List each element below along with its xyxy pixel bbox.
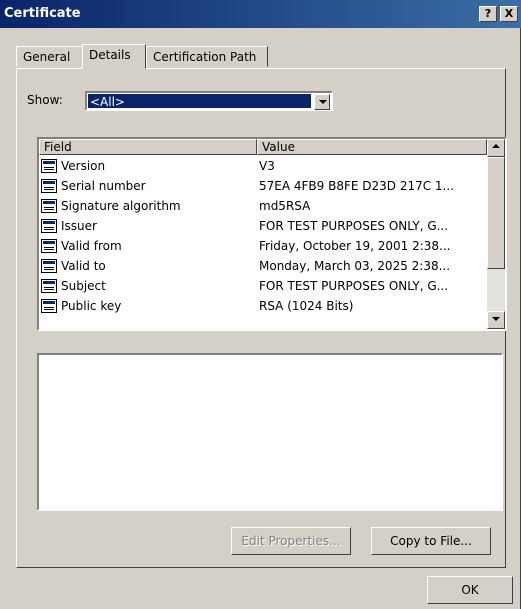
column-header-field[interactable]: Field — [39, 139, 257, 155]
row-value: FOR TEST PURPOSES ONLY, G... — [259, 219, 449, 233]
arrow-down-icon — [492, 317, 500, 321]
details-tab-panel: Show: <All> Field Value Version V3 Serial… — [16, 68, 507, 568]
title-bar[interactable]: Certificate ? X — [0, 0, 521, 28]
close-button[interactable]: X — [500, 6, 518, 22]
certificate-field-icon — [41, 159, 57, 173]
list-row[interactable]: Version V3 — [39, 156, 487, 176]
tab-certification-path[interactable]: Certification Path — [146, 46, 268, 67]
list-row[interactable]: Signature algorithm md5RSA — [39, 196, 487, 216]
certificate-field-icon — [41, 179, 57, 193]
row-field: Serial number — [61, 179, 146, 193]
row-field: Version — [61, 159, 106, 173]
copy-to-file-label: Copy to File... — [390, 534, 472, 548]
copy-to-file-button[interactable]: Copy to File... — [371, 527, 491, 555]
list-row[interactable]: Subject FOR TEST PURPOSES ONLY, G... — [39, 276, 487, 296]
list-row[interactable]: Valid to Monday, March 03, 2025 2:38... — [39, 256, 487, 276]
field-list[interactable]: Field Value Version V3 Serial number 57EA … — [37, 137, 507, 331]
row-value: V3 — [259, 159, 275, 173]
scroll-down-button[interactable] — [487, 311, 505, 329]
window-title: Certificate — [4, 6, 81, 21]
tab-details[interactable]: Details — [82, 44, 146, 69]
field-detail-textbox[interactable] — [37, 353, 503, 511]
certificate-field-icon — [41, 259, 57, 273]
ok-button[interactable]: OK — [427, 576, 513, 604]
list-row[interactable]: Issuer FOR TEST PURPOSES ONLY, G... — [39, 216, 487, 236]
row-field: Signature algorithm — [61, 199, 181, 213]
edit-properties-button[interactable]: Edit Properties... — [231, 527, 351, 555]
show-dropdown[interactable]: <All> — [85, 91, 333, 111]
list-scrollbar[interactable] — [487, 139, 505, 329]
list-row[interactable]: Serial number 57EA 4FB9 B8FE D23D 217C 1.… — [39, 176, 487, 196]
certificate-field-icon — [41, 299, 57, 313]
column-header-value[interactable]: Value — [257, 139, 487, 155]
certificate-field-icon — [41, 279, 57, 293]
list-rows: Version V3 Serial number 57EA 4FB9 B8FE D2… — [39, 156, 487, 316]
show-selected-value: <All> — [88, 94, 311, 109]
certificate-field-icon — [41, 219, 57, 233]
scroll-up-button[interactable] — [487, 139, 505, 157]
certificate-dialog: Certificate ? X General Details Certific… — [0, 0, 521, 609]
row-field: Valid to — [61, 259, 106, 273]
edit-properties-label: Edit Properties... — [241, 534, 341, 548]
help-button[interactable]: ? — [479, 6, 497, 22]
show-label: Show: — [27, 93, 63, 107]
dropdown-button[interactable] — [314, 94, 330, 110]
scroll-thumb[interactable] — [487, 157, 505, 269]
row-value: Friday, October 19, 2001 2:38... — [259, 239, 451, 253]
row-value: RSA (1024 Bits) — [259, 299, 354, 313]
row-field: Issuer — [61, 219, 97, 233]
list-row[interactable]: Valid from Friday, October 19, 2001 2:38.… — [39, 236, 487, 256]
certificate-field-icon — [41, 199, 57, 213]
row-value: Monday, March 03, 2025 2:38... — [259, 259, 451, 273]
row-field: Valid from — [61, 239, 122, 253]
list-header: Field Value — [39, 139, 487, 155]
list-row[interactable]: Public key RSA (1024 Bits) — [39, 296, 487, 316]
chevron-down-icon — [319, 100, 327, 104]
row-field: Public key — [61, 299, 122, 313]
row-value: 57EA 4FB9 B8FE D23D 217C 1... — [259, 179, 454, 193]
row-value: md5RSA — [259, 199, 311, 213]
row-field: Subject — [61, 279, 106, 293]
certificate-field-icon — [41, 239, 57, 253]
arrow-up-icon — [492, 144, 500, 148]
row-value: FOR TEST PURPOSES ONLY, G... — [259, 279, 449, 293]
tab-general[interactable]: General — [16, 46, 84, 67]
